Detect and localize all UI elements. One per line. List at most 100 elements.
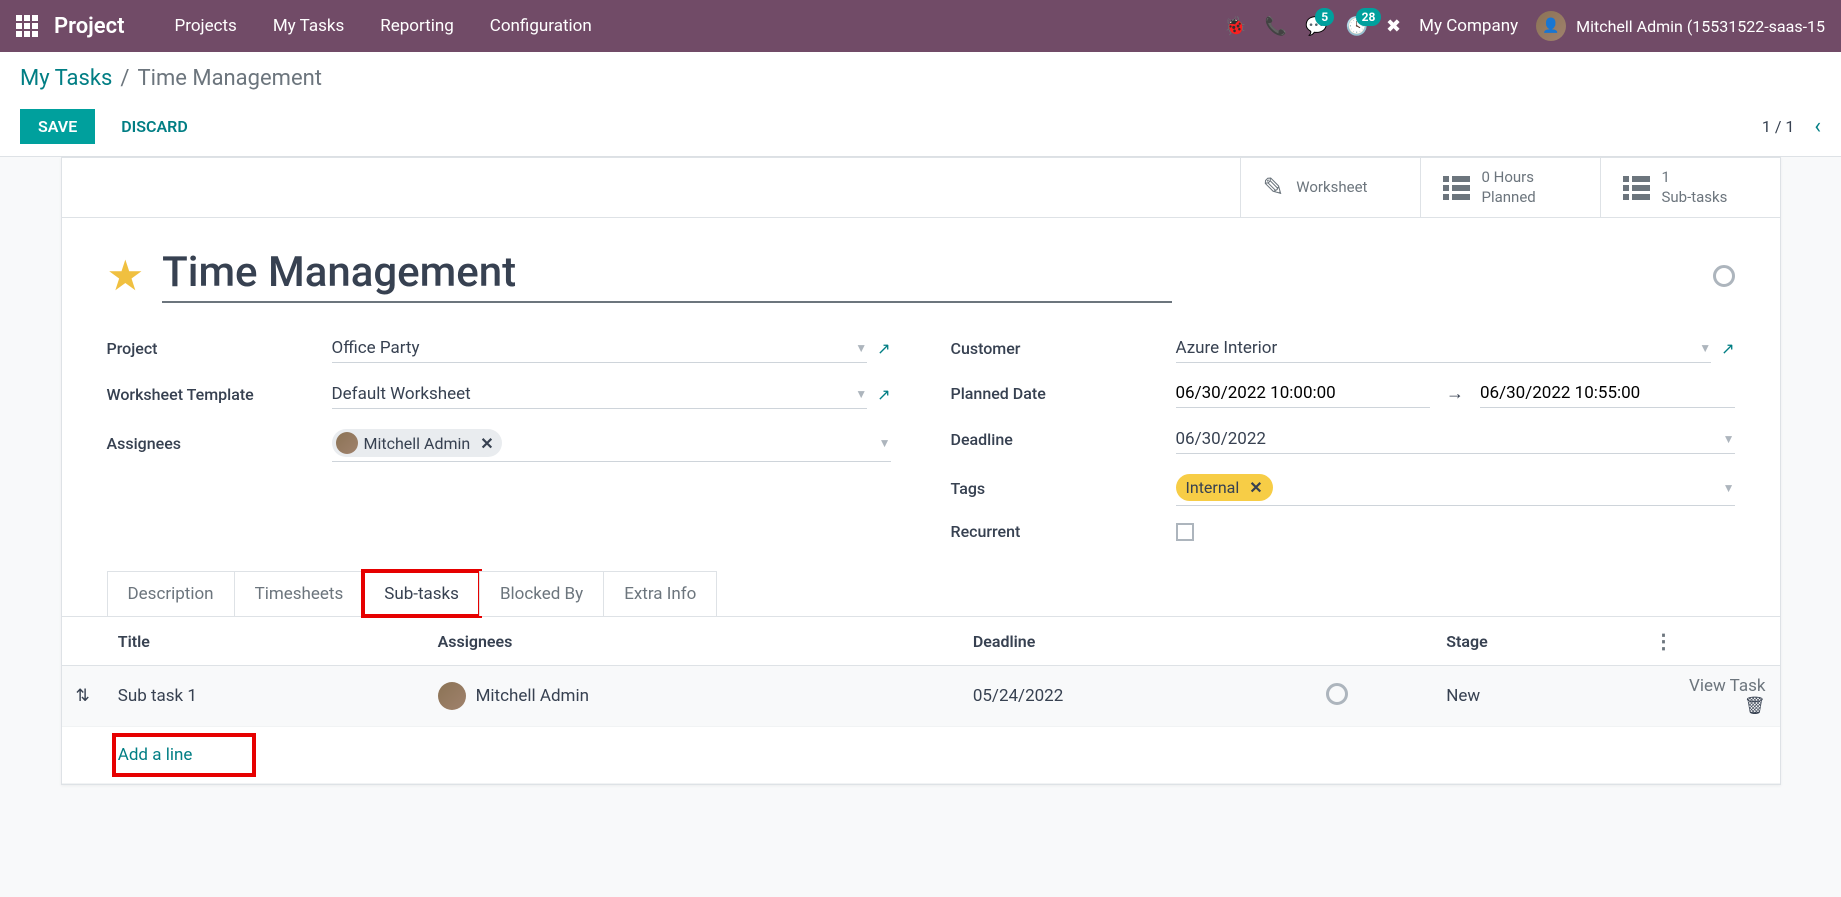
star-icon[interactable]: ★ bbox=[107, 251, 145, 301]
nav-item-configuration[interactable]: Configuration bbox=[472, 16, 610, 36]
tab-extra-info[interactable]: Extra Info bbox=[603, 571, 717, 616]
list-icon bbox=[1623, 176, 1650, 200]
assignee-chip: Mitchell Admin ✕ bbox=[332, 429, 502, 457]
top-navbar: Project Projects My Tasks Reporting Conf… bbox=[0, 0, 1841, 52]
save-button[interactable]: SAVE bbox=[20, 109, 95, 144]
external-link-icon[interactable]: ↗ bbox=[1721, 339, 1734, 358]
add-line-link[interactable]: Add a line bbox=[118, 745, 193, 765]
breadcrumb-current: Time Management bbox=[137, 66, 322, 91]
stat-subtasks[interactable]: 1 Sub-tasks bbox=[1600, 158, 1780, 217]
project-label: Project bbox=[107, 339, 332, 358]
nav-item-my-tasks[interactable]: My Tasks bbox=[255, 16, 362, 36]
form-sheet: ✎ Worksheet 0 Hours Planned 1 Sub-tasks bbox=[61, 157, 1781, 785]
project-field[interactable]: Office Party▼ bbox=[332, 333, 868, 363]
avatar-icon: 👤 bbox=[1536, 11, 1566, 41]
columns-menu-icon[interactable]: ⋮ bbox=[1654, 629, 1674, 653]
external-link-icon[interactable]: ↗ bbox=[877, 385, 890, 404]
tools-icon[interactable]: ✖ bbox=[1386, 16, 1401, 37]
tag-chip: Internal ✕ bbox=[1176, 474, 1273, 501]
table-row[interactable]: ⇅ Sub task 1 Mitchell Admin 05/24/2022 N… bbox=[62, 666, 1780, 727]
caret-down-icon: ▼ bbox=[855, 387, 867, 401]
tag-chip-label: Internal bbox=[1186, 478, 1240, 497]
company-switcher[interactable]: My Company bbox=[1419, 16, 1518, 36]
remove-tag-icon[interactable]: ✕ bbox=[1249, 478, 1262, 497]
drag-handle-icon[interactable]: ⇅ bbox=[62, 666, 104, 727]
activities-icon[interactable]: 🕓28 bbox=[1346, 16, 1368, 37]
list-icon bbox=[1443, 176, 1470, 200]
external-link-icon[interactable]: ↗ bbox=[877, 339, 890, 358]
deadline-field[interactable]: 06/30/2022▼ bbox=[1176, 424, 1735, 454]
bug-icon[interactable]: 🐞 bbox=[1224, 16, 1246, 37]
nav-menu: Projects My Tasks Reporting Configuratio… bbox=[157, 16, 610, 36]
discard-button[interactable]: DISCARD bbox=[103, 109, 206, 144]
tab-sub-tasks[interactable]: Sub-tasks bbox=[363, 571, 480, 616]
view-task-link[interactable]: View Task bbox=[1689, 676, 1765, 696]
subtasks-table: Title Assignees Deadline Stage ⋮ ⇅ Sub t… bbox=[62, 617, 1780, 784]
planned-date-end[interactable]: 06/30/2022 10:55:00 bbox=[1480, 379, 1735, 408]
tags-label: Tags bbox=[951, 479, 1176, 498]
nav-item-reporting[interactable]: Reporting bbox=[362, 16, 472, 36]
worksheet-template-field[interactable]: Default Worksheet▼ bbox=[332, 379, 868, 409]
row-deadline[interactable]: 05/24/2022 bbox=[959, 666, 1312, 727]
tab-blocked-by[interactable]: Blocked By bbox=[479, 571, 604, 616]
tags-field[interactable]: Internal ✕ ▼ bbox=[1176, 470, 1735, 506]
deadline-label: Deadline bbox=[951, 430, 1176, 449]
col-stage: Stage bbox=[1432, 617, 1639, 666]
recurrent-label: Recurrent bbox=[951, 522, 1176, 541]
row-assignee: Mitchell Admin bbox=[476, 686, 589, 706]
control-panel: My Tasks / Time Management SAVE DISCARD … bbox=[0, 52, 1841, 157]
row-title[interactable]: Sub task 1 bbox=[104, 666, 424, 727]
caret-down-icon: ▼ bbox=[1723, 481, 1735, 495]
messaging-icon[interactable]: 💬5 bbox=[1305, 16, 1327, 37]
avatar-icon bbox=[336, 432, 358, 454]
assignees-label: Assignees bbox=[107, 434, 332, 453]
breadcrumb-separator: / bbox=[120, 66, 129, 91]
recurrent-checkbox[interactable] bbox=[1176, 523, 1194, 541]
customer-field[interactable]: Azure Interior▼ bbox=[1176, 333, 1712, 363]
app-brand[interactable]: Project bbox=[54, 14, 125, 39]
stat-hours-value: 0 Hours bbox=[1482, 168, 1536, 188]
task-title-input[interactable]: Time Management bbox=[162, 248, 1171, 303]
remove-chip-icon[interactable]: ✕ bbox=[480, 434, 493, 453]
caret-down-icon: ▼ bbox=[1723, 432, 1735, 446]
planned-date-start[interactable]: 06/30/2022 10:00:00 bbox=[1176, 379, 1431, 408]
phone-icon[interactable]: 📞 bbox=[1265, 16, 1287, 37]
pager: 1 / 1 ‹ bbox=[1762, 114, 1821, 139]
caret-down-icon: ▼ bbox=[855, 341, 867, 355]
stat-hours-planned[interactable]: 0 Hours Planned bbox=[1420, 158, 1600, 217]
worksheet-template-label: Worksheet Template bbox=[107, 385, 332, 404]
stat-hours-label: Planned bbox=[1482, 188, 1536, 208]
activities-badge: 28 bbox=[1356, 8, 1382, 26]
user-menu[interactable]: 👤 Mitchell Admin (15531522-saas-15 bbox=[1536, 11, 1825, 41]
col-assignees: Assignees bbox=[424, 617, 959, 666]
user-name: Mitchell Admin (15531522-saas-15 bbox=[1576, 17, 1825, 36]
tab-timesheets[interactable]: Timesheets bbox=[234, 571, 365, 616]
row-stage[interactable]: New bbox=[1432, 666, 1639, 727]
assignees-field[interactable]: Mitchell Admin ✕ ▼ bbox=[332, 425, 891, 462]
col-title: Title bbox=[104, 617, 424, 666]
avatar-icon bbox=[438, 682, 466, 710]
breadcrumb-parent[interactable]: My Tasks bbox=[20, 66, 112, 91]
pager-value[interactable]: 1 / 1 bbox=[1762, 117, 1795, 136]
customer-label: Customer bbox=[951, 339, 1176, 358]
kanban-state-icon[interactable] bbox=[1326, 683, 1348, 705]
messaging-badge: 5 bbox=[1315, 8, 1334, 26]
trash-icon[interactable]: 🗑 bbox=[1744, 696, 1766, 716]
stat-buttons: ✎ Worksheet 0 Hours Planned 1 Sub-tasks bbox=[62, 158, 1780, 218]
stat-subtasks-label: Sub-tasks bbox=[1662, 188, 1728, 208]
caret-down-icon: ▼ bbox=[1699, 341, 1711, 355]
nav-item-projects[interactable]: Projects bbox=[157, 16, 255, 36]
nav-right: 🐞 📞 💬5 🕓28 ✖ My Company 👤 Mitchell Admin… bbox=[1224, 11, 1825, 41]
tab-description[interactable]: Description bbox=[107, 571, 235, 616]
pencil-icon: ✎ bbox=[1263, 173, 1285, 203]
caret-down-icon: ▼ bbox=[879, 436, 891, 450]
apps-icon[interactable] bbox=[16, 15, 38, 37]
arrow-right-icon: → bbox=[1446, 383, 1464, 404]
planned-date-label: Planned Date bbox=[951, 384, 1176, 403]
pager-prev-icon[interactable]: ‹ bbox=[1814, 114, 1821, 139]
col-deadline: Deadline bbox=[959, 617, 1312, 666]
assignee-chip-label: Mitchell Admin bbox=[364, 434, 471, 453]
kanban-state-icon[interactable] bbox=[1713, 265, 1735, 287]
stat-subtasks-value: 1 bbox=[1662, 168, 1728, 188]
stat-worksheet[interactable]: ✎ Worksheet bbox=[1240, 158, 1420, 217]
